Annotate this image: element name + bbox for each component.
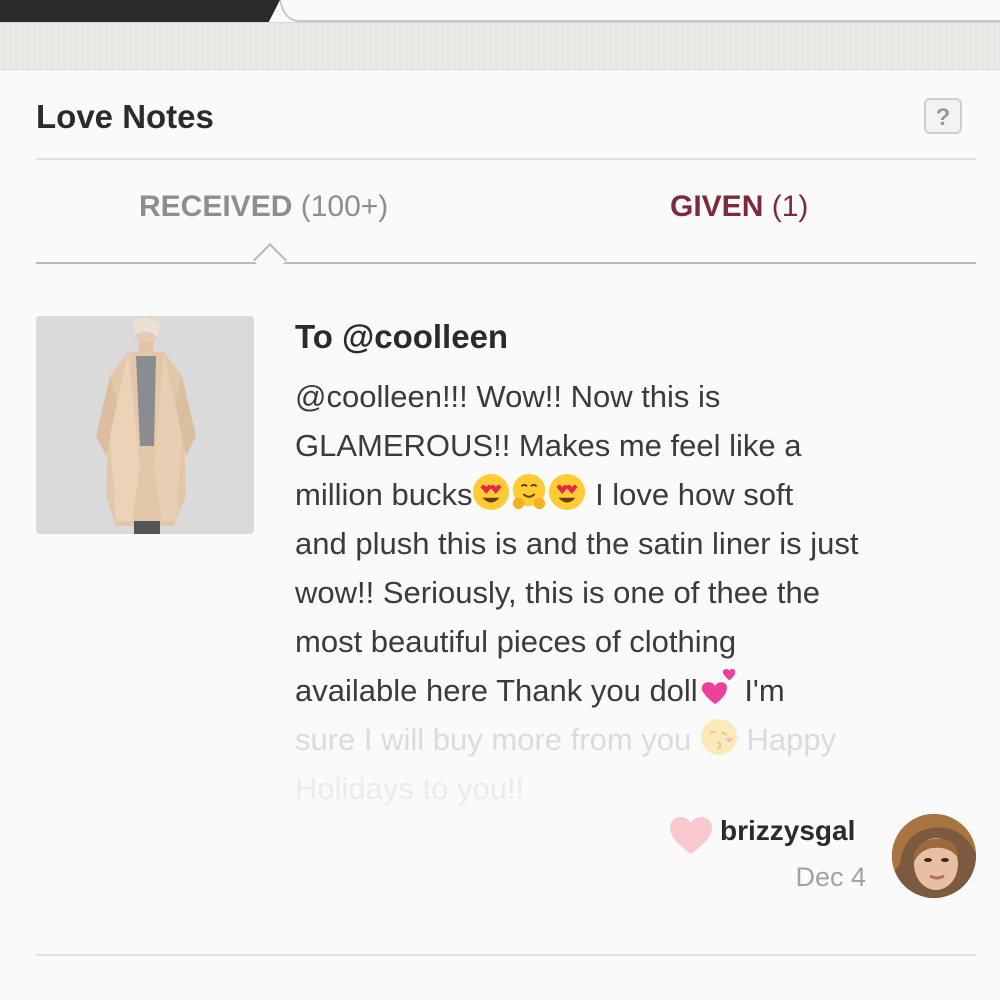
love-notes-header: Love Notes ? — [36, 96, 976, 160]
note-line: sure I will buy more from you Happy — [295, 715, 985, 764]
section-title: Love Notes — [36, 98, 214, 135]
help-button[interactable]: ? — [924, 98, 962, 134]
heart-eyes-emoji-icon — [473, 473, 510, 511]
note-text: million bucks — [295, 477, 473, 512]
note-line: available here Thank you doll I'm — [295, 666, 985, 715]
author-avatar[interactable] — [892, 814, 976, 898]
tab-given[interactable]: GIVEN (1) — [670, 190, 808, 224]
listing-thumbnail[interactable] — [36, 316, 254, 534]
textured-divider-band — [0, 22, 1000, 70]
tab-edge-shape — [279, 0, 1000, 22]
kissing-face-emoji-icon — [700, 718, 737, 756]
tab-received[interactable]: RECEIVED (100+) — [139, 190, 388, 224]
note-line: and plush this is and the satin liner is… — [295, 526, 859, 561]
note-text: available here Thank you doll — [295, 673, 698, 708]
note-line: @coolleen!!! Wow!! Now this is — [295, 379, 721, 414]
note-line: Holidays to you!! — [295, 771, 525, 806]
note-text: sure I will buy more from you — [295, 722, 700, 757]
note-text: I'm — [735, 673, 785, 708]
tab-given-count: (1) — [771, 190, 809, 223]
note-date: Dec 4 — [795, 862, 866, 892]
tab-received-label: RECEIVED — [139, 190, 293, 223]
notes-tabs: RECEIVED (100+) GIVEN (1) — [36, 160, 976, 277]
note-text: Happy — [737, 722, 837, 757]
heart-icon[interactable] — [669, 816, 713, 856]
hugging-emoji-icon — [513, 473, 546, 510]
top-nav-light-tab[interactable] — [279, 0, 1000, 22]
note-message: @coolleen!!! Wow!! Now this is GLAMEROUS… — [295, 372, 985, 813]
coat-photo — [36, 316, 254, 534]
two-hearts-emoji-icon — [701, 669, 735, 705]
top-nav-bar — [0, 0, 1000, 22]
note-line: million bucks I love how soft — [295, 470, 985, 519]
note-text: I love how soft — [586, 477, 794, 512]
note-line: most beautiful pieces of clothing — [295, 624, 737, 659]
avatar-photo — [892, 814, 976, 898]
note-line: GLAMEROUS!! Makes me feel like a — [295, 428, 802, 463]
note-recipient[interactable]: To @coolleen — [295, 318, 508, 356]
heart-eyes-emoji-icon — [549, 473, 586, 511]
note-author[interactable]: brizzysgal — [720, 815, 855, 847]
top-nav-dark-tab[interactable] — [0, 0, 280, 22]
bottom-divider — [36, 954, 976, 956]
active-tab-caret-icon — [253, 243, 287, 277]
note-line: wow!! Seriously, this is one of thee the — [295, 575, 820, 610]
tab-received-count: (100+) — [300, 190, 389, 223]
tab-given-label: GIVEN — [670, 190, 764, 223]
